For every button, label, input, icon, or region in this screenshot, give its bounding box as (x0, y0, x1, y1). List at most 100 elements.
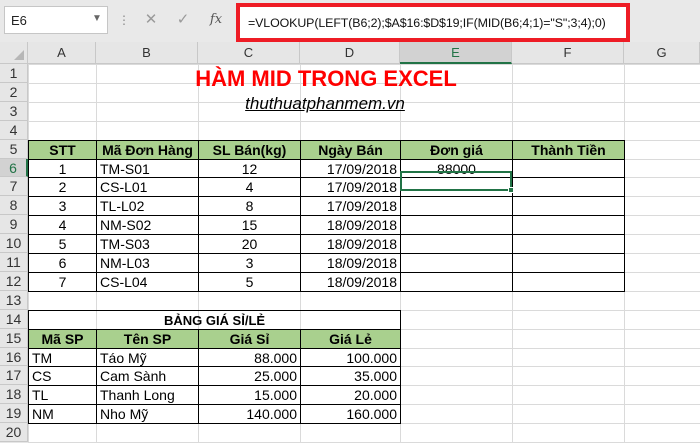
sheet-title: HÀM MID TRONG EXCEL (195, 66, 457, 91)
cancel-icon[interactable]: ✕ (140, 9, 162, 31)
row-header-18[interactable]: 18 (0, 385, 28, 404)
price-cell-name[interactable]: Táo Mỹ (96, 348, 199, 367)
gridline-horizontal (28, 121, 700, 122)
orders-cell-qty[interactable]: 4 (198, 177, 301, 197)
orders-cell-date[interactable]: 17/09/2018 (300, 159, 401, 178)
orders-header-cell: Mã Đơn Hàng (96, 140, 199, 160)
orders-cell-price[interactable] (400, 215, 513, 235)
orders-cell-qty[interactable]: 15 (198, 215, 301, 235)
row-header-2[interactable]: 2 (0, 83, 28, 102)
column-header-g[interactable]: G (624, 42, 700, 64)
orders-header-cell: Đơn giá (400, 140, 513, 160)
price-header-cell: Giá Lẻ (300, 329, 401, 349)
orders-cell-code[interactable]: NM-L03 (96, 253, 199, 273)
orders-cell-qty[interactable]: 8 (198, 196, 301, 216)
orders-cell-code[interactable]: TM-S01 (96, 159, 199, 178)
orders-cell-qty[interactable]: 20 (198, 234, 301, 254)
price-cell-wholesale[interactable]: 140.000 (198, 404, 301, 424)
chevron-down-icon[interactable]: ▼ (90, 7, 104, 31)
orders-cell-price[interactable] (400, 272, 513, 292)
orders-cell-code[interactable]: NM-S02 (96, 215, 199, 235)
price-cell-code[interactable]: CS (28, 366, 97, 386)
orders-cell-stt[interactable]: 5 (28, 234, 97, 254)
orders-cell-code[interactable]: CS-L01 (96, 177, 199, 197)
row-header-16[interactable]: 16 (0, 348, 28, 366)
orders-cell-total[interactable] (512, 177, 625, 197)
orders-cell-stt[interactable]: 7 (28, 272, 97, 292)
price-cell-name[interactable]: Thanh Long (96, 385, 199, 405)
row-header-20[interactable]: 20 (0, 423, 28, 442)
price-cell-retail[interactable]: 20.000 (300, 385, 401, 405)
orders-cell-date[interactable]: 18/09/2018 (300, 253, 401, 273)
price-cell-code[interactable]: TM (28, 348, 97, 367)
row-header-17[interactable]: 17 (0, 366, 28, 385)
price-cell-wholesale[interactable]: 15.000 (198, 385, 301, 405)
orders-cell-date[interactable]: 18/09/2018 (300, 234, 401, 254)
column-header-e[interactable]: E (400, 42, 512, 64)
orders-cell-total[interactable] (512, 253, 625, 273)
row-header-12[interactable]: 12 (0, 272, 28, 291)
price-cell-code[interactable]: NM (28, 404, 97, 424)
row-header-9[interactable]: 9 (0, 215, 28, 234)
row-header-1[interactable]: 1 (0, 64, 28, 83)
fill-handle[interactable] (508, 187, 514, 193)
row-header-19[interactable]: 19 (0, 404, 28, 423)
orders-cell-total[interactable] (512, 272, 625, 292)
orders-cell-stt[interactable]: 6 (28, 253, 97, 273)
orders-cell-qty[interactable]: 3 (198, 253, 301, 273)
orders-cell-date[interactable]: 18/09/2018 (300, 215, 401, 235)
column-header-a[interactable]: A (28, 42, 96, 64)
orders-cell-stt[interactable]: 3 (28, 196, 97, 216)
price-cell-code[interactable]: TL (28, 385, 97, 405)
price-cell-retail[interactable]: 35.000 (300, 366, 401, 386)
orders-cell-code[interactable]: CS-L04 (96, 272, 199, 292)
orders-cell-date[interactable]: 17/09/2018 (300, 196, 401, 216)
orders-cell-qty[interactable]: 12 (198, 159, 301, 178)
orders-header-cell: SL Bán(kg) (198, 140, 301, 160)
formula-input[interactable]: =VLOOKUP(LEFT(B6;2);$A$16:$D$19;IF(MID(B… (248, 12, 628, 34)
column-header-d[interactable]: D (300, 42, 400, 64)
orders-cell-code[interactable]: TM-S03 (96, 234, 199, 254)
orders-cell-price[interactable] (400, 253, 513, 273)
price-cell-wholesale[interactable]: 25.000 (198, 366, 301, 386)
orders-cell-date[interactable]: 18/09/2018 (300, 272, 401, 292)
column-header-b[interactable]: B (96, 42, 198, 64)
row-header-14[interactable]: 14 (0, 310, 28, 329)
column-header-f[interactable]: F (512, 42, 624, 64)
price-cell-retail[interactable]: 100.000 (300, 348, 401, 367)
orders-cell-stt[interactable]: 2 (28, 177, 97, 197)
price-header-cell: Giá Sỉ (198, 329, 301, 349)
orders-cell-total[interactable] (512, 196, 625, 216)
orders-cell-code[interactable]: TL-L02 (96, 196, 199, 216)
active-cell-e6[interactable] (400, 171, 512, 191)
price-cell-wholesale[interactable]: 88.000 (198, 348, 301, 367)
price-header-cell: Mã SP (28, 329, 97, 349)
insert-function-icon[interactable]: fx (205, 9, 227, 31)
row-header-4[interactable]: 4 (0, 121, 28, 140)
row-header-11[interactable]: 11 (0, 253, 28, 272)
row-header-10[interactable]: 10 (0, 234, 28, 253)
price-cell-name[interactable]: Nho Mỹ (96, 404, 199, 424)
row-header-8[interactable]: 8 (0, 196, 28, 215)
row-header-6[interactable]: 6 (0, 159, 28, 177)
row-header-5[interactable]: 5 (0, 140, 28, 159)
orders-cell-price[interactable] (400, 196, 513, 216)
orders-cell-qty[interactable]: 5 (198, 272, 301, 292)
orders-header-cell: STT (28, 140, 97, 160)
orders-cell-date[interactable]: 17/09/2018 (300, 177, 401, 197)
orders-cell-price[interactable] (400, 234, 513, 254)
orders-cell-stt[interactable]: 4 (28, 215, 97, 235)
orders-cell-total[interactable] (512, 159, 625, 178)
orders-cell-stt[interactable]: 1 (28, 159, 97, 178)
row-header-7[interactable]: 7 (0, 177, 28, 196)
orders-cell-total[interactable] (512, 234, 625, 254)
orders-cell-total[interactable] (512, 215, 625, 235)
enter-icon[interactable]: ✓ (172, 9, 194, 31)
row-header-3[interactable]: 3 (0, 102, 28, 121)
price-header-cell: Tên SP (96, 329, 199, 349)
price-cell-name[interactable]: Cam Sành (96, 366, 199, 386)
row-header-15[interactable]: 15 (0, 329, 28, 348)
price-cell-retail[interactable]: 160.000 (300, 404, 401, 424)
column-header-c[interactable]: C (198, 42, 300, 64)
row-header-13[interactable]: 13 (0, 291, 28, 310)
